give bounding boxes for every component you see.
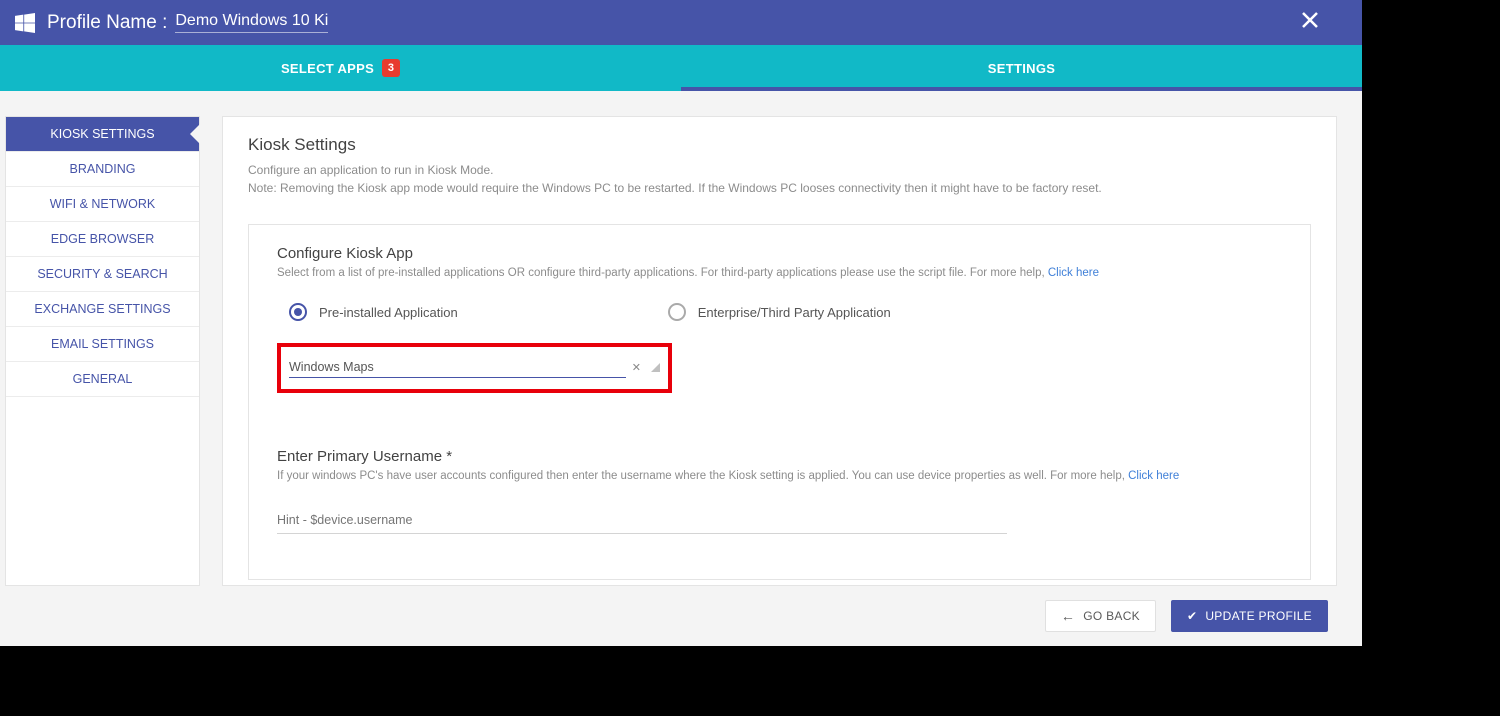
sidebar-item-security-search[interactable]: SECURITY & SEARCH [6,257,199,292]
sidebar-item-label: KIOSK SETTINGS [50,127,154,141]
sidebar: KIOSK SETTINGS BRANDING WIFI & NETWORK E… [5,116,200,586]
sidebar-item-wifi-network[interactable]: WIFI & NETWORK [6,187,199,222]
radio-enterprise[interactable]: Enterprise/Third Party Application [668,303,891,321]
tab-select-apps[interactable]: SELECT APPS 3 [0,45,681,91]
update-profile-button[interactable]: ✔ UPDATE PROFILE [1171,600,1328,632]
page-desc-2: Note: Removing the Kiosk app mode would … [248,179,1311,197]
footer: ← GO BACK ✔ UPDATE PROFILE [0,586,1362,646]
config-desc: Select from a list of pre-installed appl… [277,267,1282,279]
close-button[interactable] [1298,8,1322,37]
sidebar-item-label: BRANDING [70,162,136,176]
radio-group: Pre-installed Application Enterprise/Thi… [277,303,1282,321]
sidebar-item-edge-browser[interactable]: EDGE BROWSER [6,222,199,257]
config-box: Configure Kiosk App Select from a list o… [248,224,1311,580]
check-icon: ✔ [1187,609,1197,623]
page-desc-1: Configure an application to run in Kiosk… [248,161,1311,179]
dropdown-caret-icon[interactable] [651,363,660,372]
profile-label: Profile Name : [47,12,167,34]
username-desc: If your windows PC's have user accounts … [277,470,1282,482]
radio-label: Pre-installed Application [319,305,458,320]
tab-settings[interactable]: SETTINGS [681,45,1362,91]
button-label: UPDATE PROFILE [1205,609,1312,623]
username-section: Enter Primary Username * If your windows… [277,448,1282,534]
go-back-button[interactable]: ← GO BACK [1045,600,1156,632]
tab-bar: SELECT APPS 3 SETTINGS [0,45,1362,91]
sidebar-item-label: EMAIL SETTINGS [51,337,154,351]
button-label: GO BACK [1083,609,1140,623]
sidebar-item-kiosk-settings[interactable]: KIOSK SETTINGS [6,117,199,152]
username-help-link[interactable]: Click here [1128,470,1179,482]
sidebar-item-general[interactable]: GENERAL [6,362,199,397]
sidebar-item-label: EXCHANGE SETTINGS [34,302,170,316]
sidebar-item-label: SECURITY & SEARCH [37,267,167,281]
clear-icon[interactable]: ✕ [632,361,641,374]
username-title: Enter Primary Username * [277,448,1282,465]
username-input[interactable] [277,507,1007,534]
username-desc-text: If your windows PC's have user accounts … [277,470,1128,482]
radio-pre-installed[interactable]: Pre-installed Application [289,303,458,321]
sidebar-item-label: GENERAL [73,372,133,386]
config-title: Configure Kiosk App [277,245,1282,262]
tab-label: SETTINGS [988,61,1055,76]
sidebar-item-branding[interactable]: BRANDING [6,152,199,187]
app-select-highlight: ✕ [277,343,672,393]
sidebar-item-email-settings[interactable]: EMAIL SETTINGS [6,327,199,362]
sidebar-item-label: EDGE BROWSER [51,232,155,246]
page-title: Kiosk Settings [248,135,1311,155]
profile-name-input[interactable]: Demo Windows 10 Ki [175,12,328,33]
sidebar-item-label: WIFI & NETWORK [50,197,156,211]
radio-icon [289,303,307,321]
windows-icon [15,13,35,33]
radio-icon [668,303,686,321]
badge-count: 3 [382,59,400,77]
arrow-left-icon: ← [1061,608,1075,624]
app-select-input[interactable] [289,357,626,378]
sidebar-item-exchange-settings[interactable]: EXCHANGE SETTINGS [6,292,199,327]
radio-label: Enterprise/Third Party Application [698,305,891,320]
config-help-link[interactable]: Click here [1048,267,1099,279]
app-select[interactable]: ✕ [289,357,660,378]
config-desc-text: Select from a list of pre-installed appl… [277,267,1048,279]
tab-label: SELECT APPS [281,61,374,76]
content-area: KIOSK SETTINGS BRANDING WIFI & NETWORK E… [0,91,1362,586]
main-panel: Kiosk Settings Configure an application … [222,116,1337,586]
header: Profile Name : Demo Windows 10 Ki [0,0,1362,45]
